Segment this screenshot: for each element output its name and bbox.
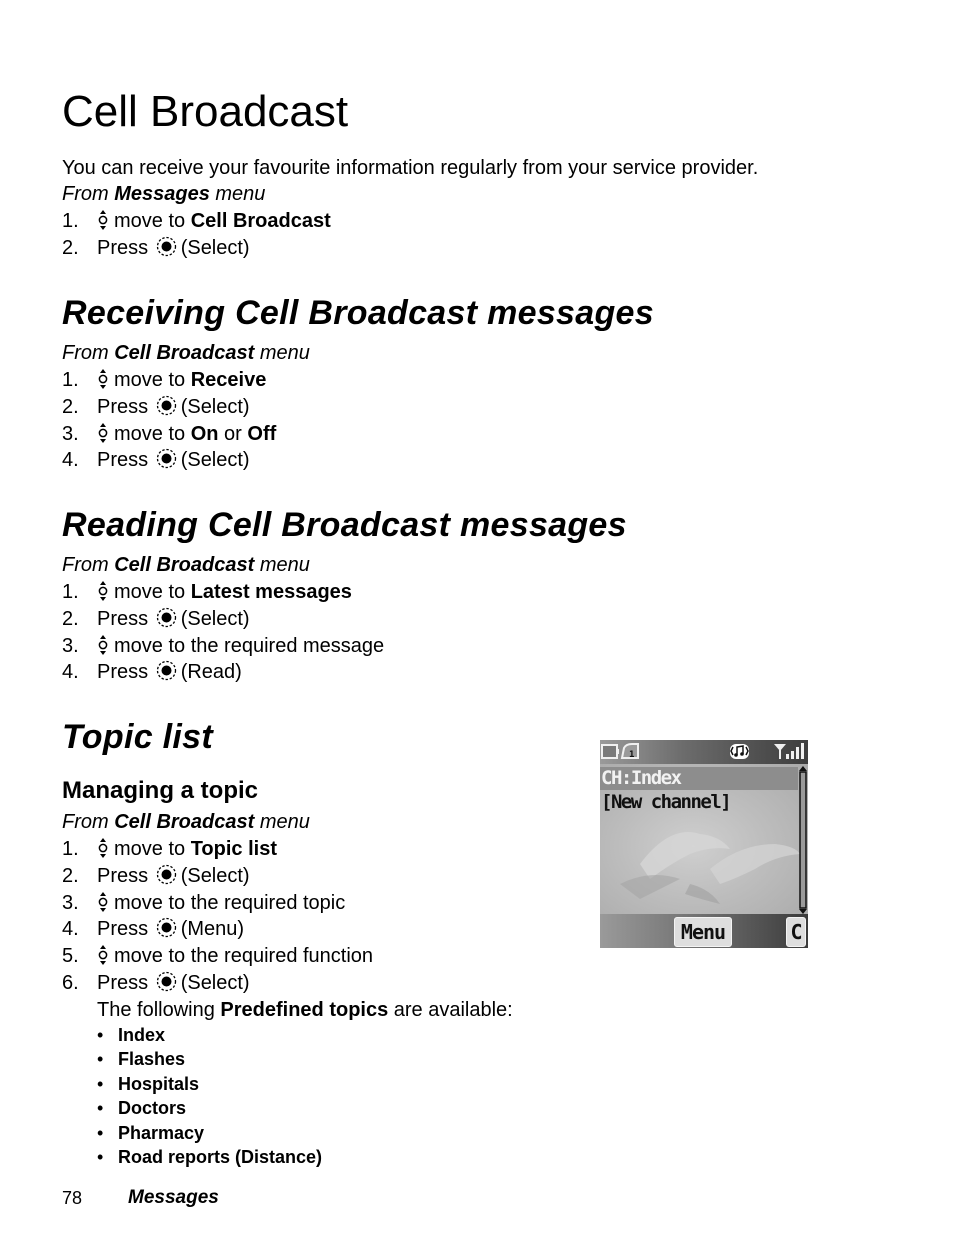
step: 2. Press (Select) xyxy=(62,236,250,259)
step: 1. move to Cell Broadcast xyxy=(62,210,331,232)
navigation-key-icon xyxy=(97,369,109,389)
reading-from-menu: From Cell Broadcast menu xyxy=(62,554,310,576)
softkey-bar: Menu C xyxy=(600,914,808,948)
step: 2. Press (Select) xyxy=(62,864,250,887)
navigation-key-icon xyxy=(97,581,109,601)
navigation-key-icon xyxy=(97,945,109,966)
reading-steps: 1. move to Latest messages 2. Press (Sel… xyxy=(62,579,582,686)
step: 6. Press (Select) xyxy=(62,971,250,994)
select-key-icon xyxy=(156,660,177,681)
select-key-icon xyxy=(156,448,177,469)
page-number: 78 xyxy=(62,1188,83,1208)
ringtone-vibrate-icon xyxy=(730,744,749,759)
section-heading-topic-list: Topic list xyxy=(62,718,213,756)
navigation-key-icon xyxy=(97,210,109,230)
scrollbar[interactable] xyxy=(799,766,807,914)
receiving-steps: 1. move to Receive 2. Press (Select) 3. … xyxy=(62,367,582,474)
select-key-icon xyxy=(156,236,177,257)
phone-screen-image: 1 CH:Index [New channel] Menu C xyxy=(600,740,808,948)
intro-from-menu: From Messages menu xyxy=(62,183,266,205)
navigation-key-icon xyxy=(97,634,109,655)
phone-status-bar: 1 xyxy=(600,740,808,764)
step: 2. Press (Select) xyxy=(62,607,250,630)
topic-list-steps: 1. move to Topic list 2. Press (Select) … xyxy=(62,836,582,997)
section-heading-reading: Reading Cell Broadcast messages xyxy=(62,506,627,544)
step: 2. Press (Select) xyxy=(62,395,250,418)
step: 1. move to Topic list xyxy=(62,838,278,860)
navigation-key-icon xyxy=(97,838,109,858)
step: 3. move to the required message xyxy=(62,634,385,657)
channel-item-new[interactable]: [New channel] xyxy=(601,791,732,814)
channel-item-index[interactable]: CH:Index xyxy=(601,767,682,790)
step: 1. move to Receive xyxy=(62,369,267,391)
subheading-managing-topic: Managing a topic xyxy=(62,777,259,804)
softkey-menu[interactable]: Menu xyxy=(674,917,732,947)
signal-strength-icon xyxy=(774,743,804,759)
step: 3. move to the required topic xyxy=(62,891,346,914)
section-heading-receiving: Receiving Cell Broadcast messages xyxy=(62,294,654,332)
intro-steps: 1. move to Cell Broadcast 2. Press (Sele… xyxy=(62,208,582,262)
select-key-icon xyxy=(156,917,177,938)
page-title: Cell Broadcast xyxy=(62,87,349,136)
select-key-icon xyxy=(156,864,177,885)
predefined-topics-note: The following Predefined topics are avai… xyxy=(97,999,513,1021)
softkey-clear[interactable]: C xyxy=(786,917,806,947)
select-key-icon xyxy=(156,607,177,628)
step: 4. Press (Select) xyxy=(62,448,250,472)
step: 4. Press (Menu) xyxy=(62,917,245,941)
select-key-icon xyxy=(156,971,177,992)
receiving-from-menu: From Cell Broadcast menu xyxy=(62,342,310,364)
intro-text: You can receive your favourite informati… xyxy=(62,157,759,179)
footer-section-title: Messages xyxy=(128,1187,219,1208)
step: 5. move to the required function xyxy=(62,945,374,968)
step: 1. move to Latest messages xyxy=(62,581,352,603)
topic-list-from-menu: From Cell Broadcast menu xyxy=(62,811,310,833)
line-1-icon: 1 xyxy=(620,743,639,760)
battery-icon xyxy=(601,744,619,759)
svg-text:1: 1 xyxy=(629,750,634,760)
navigation-key-icon xyxy=(97,422,109,443)
select-key-icon xyxy=(156,395,177,416)
navigation-key-icon xyxy=(97,891,109,912)
step: 4. Press (Read) xyxy=(62,660,242,684)
step: 3. move to On or Off xyxy=(62,422,277,445)
